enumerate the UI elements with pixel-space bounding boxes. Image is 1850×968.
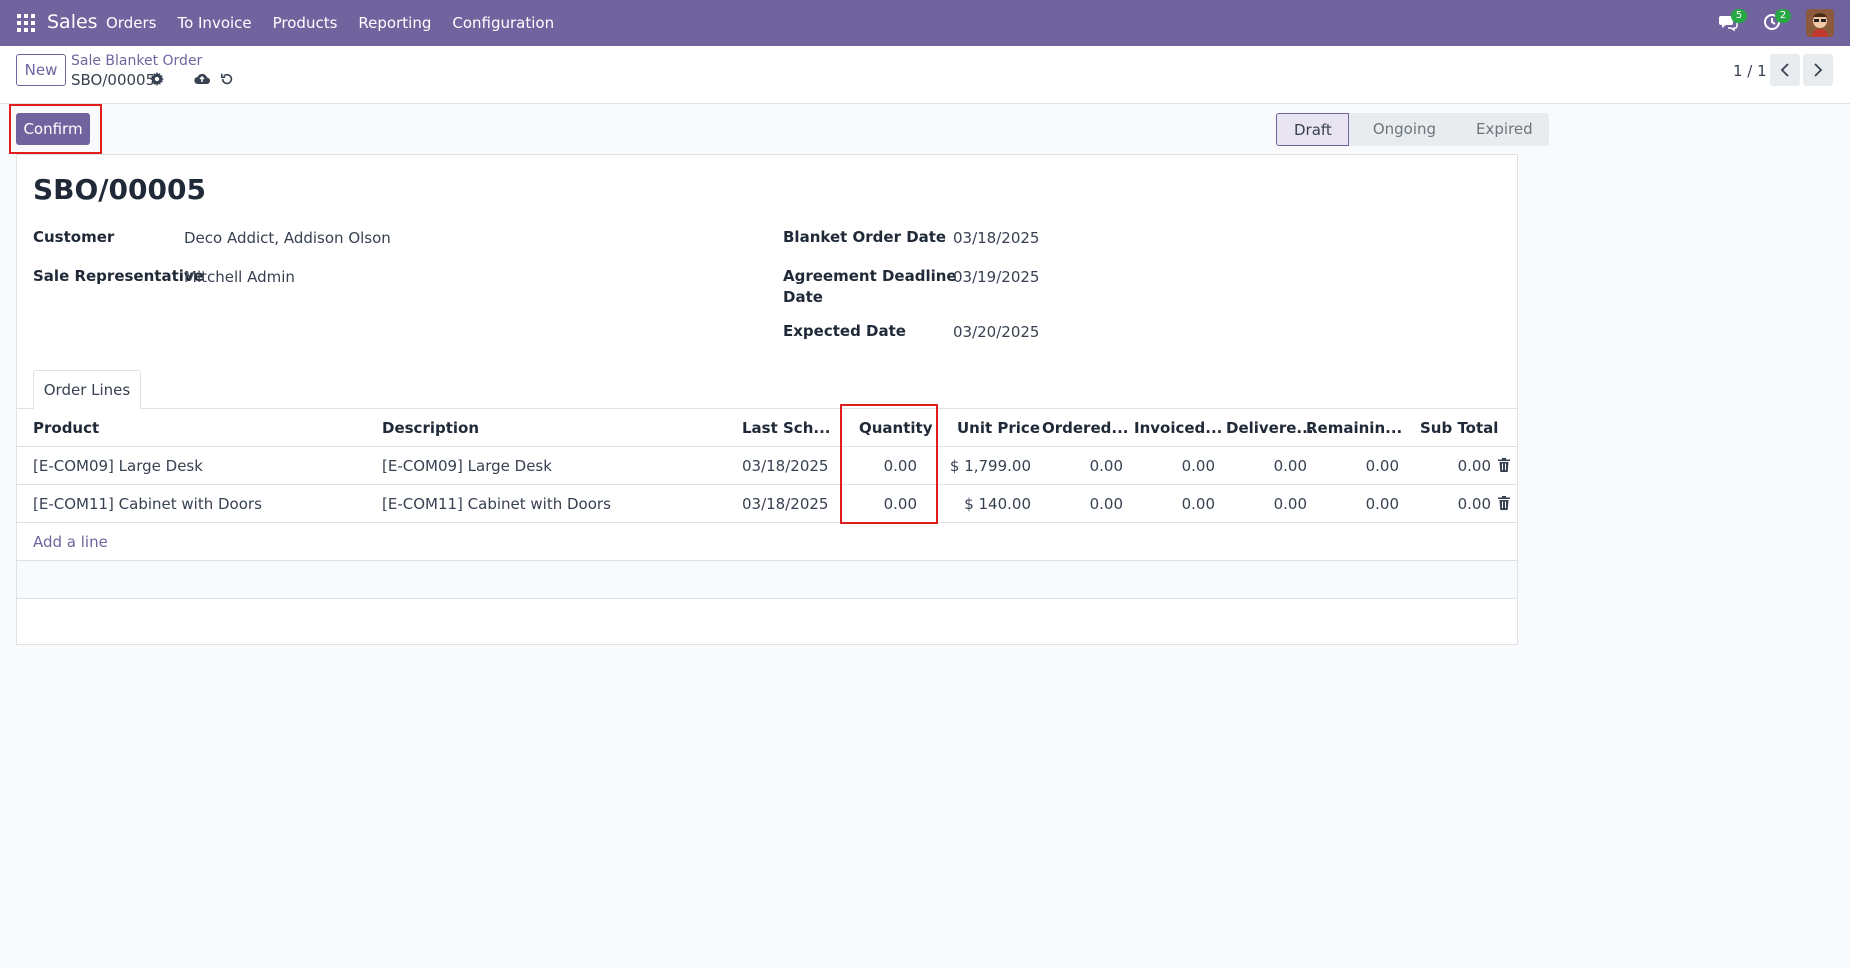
user-avatar[interactable] (1806, 9, 1834, 37)
col-product[interactable]: Product (33, 419, 99, 437)
cell-quantity[interactable]: 0.00 (837, 457, 917, 475)
breadcrumb-parent-link[interactable]: Sale Blanket Order (71, 53, 202, 69)
top-navbar: Sales Orders To Invoice Products Reporti… (0, 0, 1850, 46)
discard-changes-icon[interactable] (220, 72, 236, 88)
cell-remaining: 0.00 (1365, 457, 1399, 475)
apps-menu-icon[interactable] (17, 14, 35, 32)
pager-previous-button[interactable] (1770, 54, 1800, 86)
salesrep-field[interactable]: Mitchell Admin (184, 268, 295, 286)
messages-badge: 5 (1731, 9, 1747, 23)
cell-remaining: 0.00 (1365, 495, 1399, 513)
trash-icon[interactable] (1498, 458, 1512, 474)
expected-date-field[interactable]: 03/20/2025 (953, 323, 1039, 341)
cell-unit-price[interactable]: $ 1,799.00 (927, 457, 1031, 475)
cell-last-scheduled[interactable]: 03/18/2025 (742, 457, 828, 475)
menu-orders[interactable]: Orders (106, 14, 156, 32)
tab-order-lines[interactable]: Order Lines (33, 370, 141, 409)
agreement-deadline-label-line1: Agreement Deadline (783, 267, 957, 285)
activities-icon[interactable]: 2 (1762, 9, 1791, 34)
cell-quantity[interactable]: 0.00 (837, 495, 917, 513)
cell-invoiced: 0.00 (1181, 457, 1215, 475)
app-brand[interactable]: Sales (47, 11, 98, 33)
menu-products[interactable]: Products (273, 14, 338, 32)
gear-icon[interactable] (150, 72, 166, 88)
blanket-order-date-field[interactable]: 03/18/2025 (953, 229, 1039, 247)
cell-sub-total: 0.00 (1457, 495, 1491, 513)
status-draft[interactable]: Draft (1276, 113, 1349, 146)
col-invoiced[interactable]: Invoiced... (1134, 419, 1222, 437)
record-title: SBO/00005 (33, 173, 206, 206)
pager-next-button[interactable] (1803, 54, 1833, 86)
table-row[interactable]: [E-COM09] Large Desk [E-COM09] Large Des… (17, 447, 1517, 485)
cell-delivered: 0.00 (1273, 457, 1307, 475)
control-panel: New Sale Blanket Order SBO/00005 1 / 1 (0, 46, 1850, 104)
trash-icon[interactable] (1498, 496, 1512, 512)
table-footer-row (17, 561, 1517, 599)
agreement-deadline-label-line2: Date (783, 288, 823, 306)
agreement-deadline-field[interactable]: 03/19/2025 (953, 268, 1039, 286)
col-sub-total[interactable]: Sub Total (1420, 419, 1498, 437)
menu-reporting[interactable]: Reporting (358, 14, 431, 32)
cell-ordered: 0.00 (1089, 495, 1123, 513)
new-button[interactable]: New (16, 54, 66, 86)
expected-date-label: Expected Date (783, 322, 906, 340)
confirm-button[interactable]: Confirm (16, 113, 90, 145)
col-unit-price[interactable]: Unit Price (957, 419, 1040, 437)
cell-invoiced: 0.00 (1181, 495, 1215, 513)
messages-icon[interactable]: 5 (1718, 9, 1747, 34)
menu-to-invoice[interactable]: To Invoice (177, 14, 251, 32)
customer-field[interactable]: Deco Addict, Addison Olson (184, 229, 391, 247)
col-delivered[interactable]: Delivere... (1226, 419, 1314, 437)
col-quantity[interactable]: Quantity (859, 419, 933, 437)
cell-description[interactable]: [E-COM11] Cabinet with Doors (382, 495, 611, 513)
col-ordered[interactable]: Ordered... (1042, 419, 1128, 437)
cell-delivered: 0.00 (1273, 495, 1307, 513)
cell-description[interactable]: [E-COM09] Large Desk (382, 457, 552, 475)
order-lines-header: Product Description Last Sch... Quantity… (17, 409, 1517, 447)
col-remaining[interactable]: Remainin... (1306, 419, 1402, 437)
pager-value[interactable]: 1 / 1 (1733, 62, 1767, 80)
add-a-line-link[interactable]: Add a line (33, 533, 108, 551)
cell-ordered: 0.00 (1089, 457, 1123, 475)
col-last-scheduled[interactable]: Last Sch... (742, 419, 830, 437)
status-ongoing[interactable]: Ongoing (1348, 113, 1453, 146)
cell-product[interactable]: [E-COM09] Large Desk (33, 457, 203, 475)
salesrep-label: Sale Representative (33, 267, 204, 285)
table-row[interactable]: [E-COM11] Cabinet with Doors [E-COM11] C… (17, 485, 1517, 523)
blanket-order-date-label: Blanket Order Date (783, 228, 947, 246)
cloud-upload-icon[interactable] (194, 72, 211, 88)
menu-configuration[interactable]: Configuration (452, 14, 554, 32)
activities-badge: 2 (1775, 9, 1791, 23)
cell-unit-price[interactable]: $ 140.00 (927, 495, 1031, 513)
status-expired[interactable]: Expired (1452, 113, 1549, 146)
cell-sub-total: 0.00 (1457, 457, 1491, 475)
form-sheet: SBO/00005 Customer Deco Addict, Addison … (16, 154, 1518, 645)
main-menu: Orders To Invoice Products Reporting Con… (106, 0, 575, 46)
status-bar: Draft Ongoing Expired (1276, 113, 1549, 146)
customer-label: Customer (33, 228, 115, 246)
col-description[interactable]: Description (382, 419, 479, 437)
add-line-row (17, 523, 1517, 561)
agreement-deadline-label: Agreement Deadline Date (783, 266, 957, 308)
breadcrumb-record-name: SBO/00005 (71, 71, 156, 89)
cell-last-scheduled[interactable]: 03/18/2025 (742, 495, 828, 513)
cell-product[interactable]: [E-COM11] Cabinet with Doors (33, 495, 262, 513)
